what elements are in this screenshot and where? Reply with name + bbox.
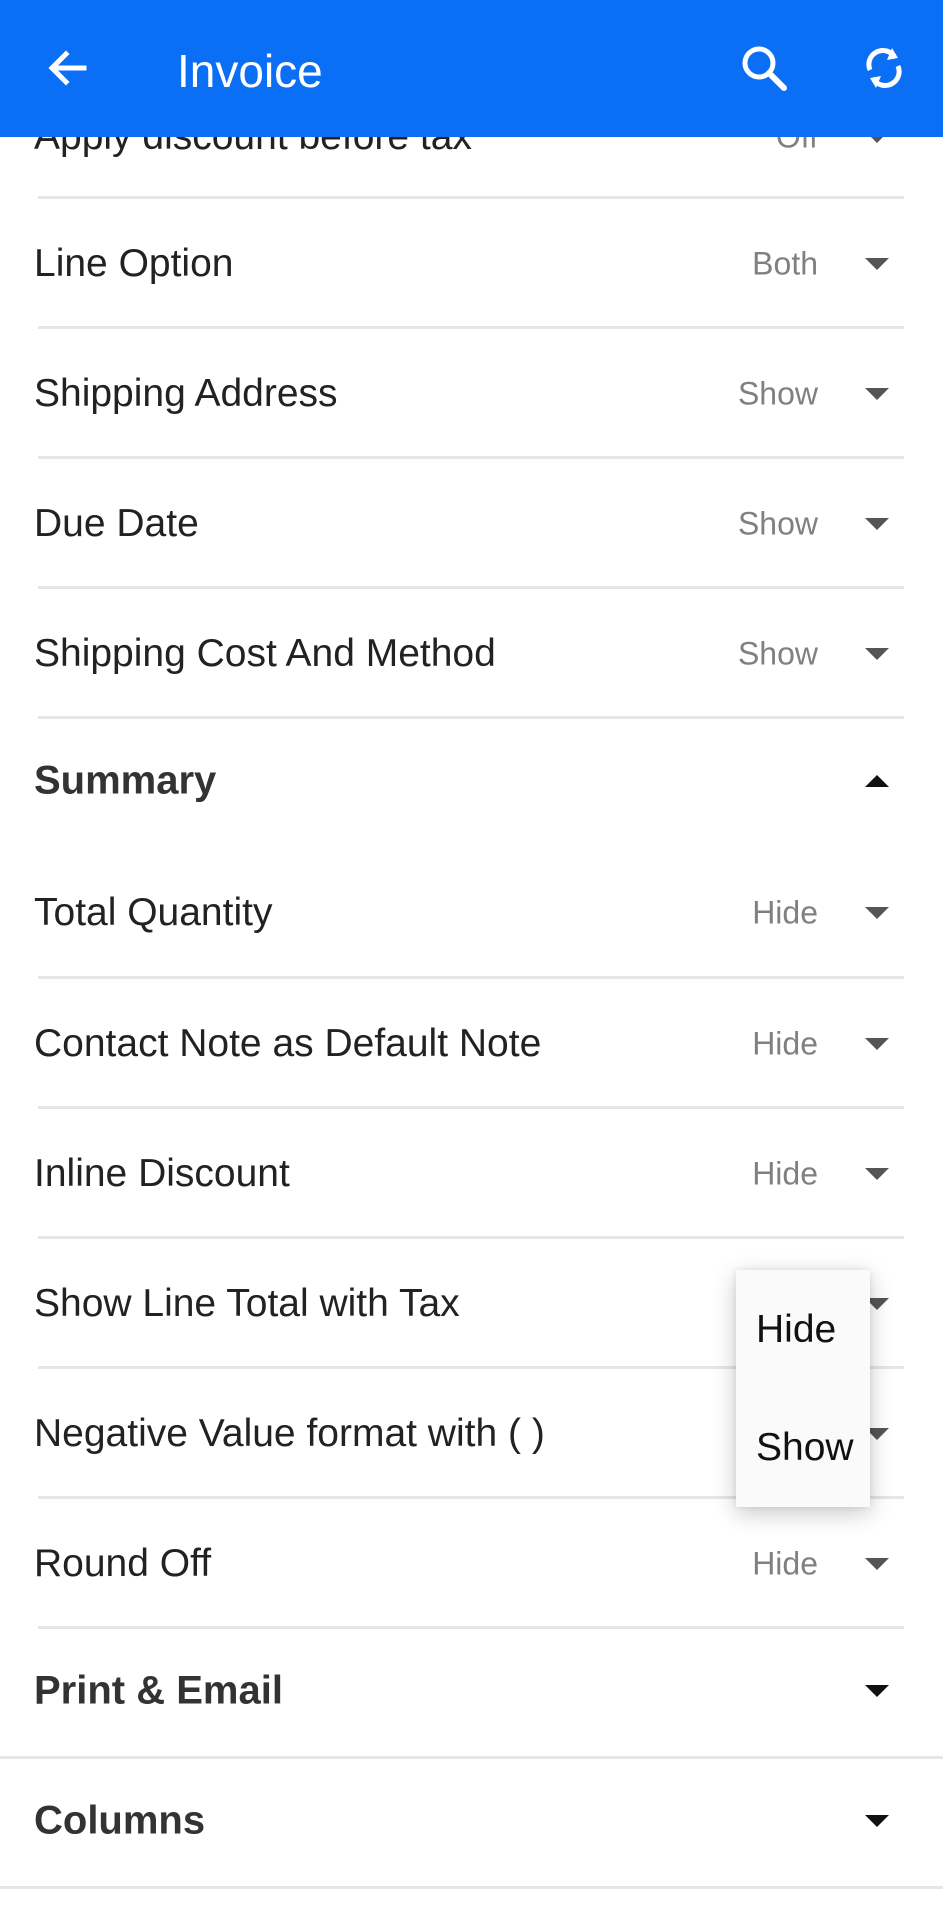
arrow-left-icon[interactable] [40, 40, 96, 96]
row-contact-note-as-default-note[interactable]: Contact Note as Default Note Hide [0, 979, 943, 1109]
row-value: Show [737, 375, 818, 412]
section-title: Columns [34, 1798, 206, 1843]
section-title: Summary [34, 758, 217, 803]
row-shipping-address[interactable]: Shipping Address Show [0, 329, 943, 459]
chevron-down-icon [865, 907, 889, 919]
row-label: Due Date [34, 502, 199, 545]
sync-icon[interactable] [856, 40, 912, 96]
row-label: Shipping Cost And Method [34, 632, 496, 675]
chevron-down-icon [865, 648, 889, 660]
row-value: Hide [752, 1155, 818, 1192]
menu-item-hide[interactable]: Hide [756, 1308, 836, 1352]
divider [0, 1886, 943, 1889]
section-print-email-header[interactable]: Print & Email [0, 1626, 943, 1756]
section-columns-header[interactable]: Columns [0, 1756, 943, 1886]
row-value: Hide [752, 894, 818, 931]
row-label: Show Line Total with Tax [34, 1282, 460, 1325]
chevron-down-icon [865, 1038, 889, 1050]
row-label: Negative Value format with ( ) [34, 1412, 545, 1455]
row-label: Contact Note as Default Note [34, 1022, 542, 1065]
row-value: Both [752, 245, 818, 282]
section-summary-header[interactable]: Summary [0, 716, 943, 846]
row-round-off[interactable]: Round Off Hide [0, 1499, 943, 1629]
dropdown-menu: Hide Show [736, 1270, 870, 1507]
menu-item-show[interactable]: Show [756, 1426, 854, 1470]
row-label: Round Off [34, 1542, 212, 1585]
row-due-date[interactable]: Due Date Show [0, 459, 943, 589]
row-label: Inline Discount [34, 1152, 290, 1195]
row-label: Total Quantity [34, 891, 273, 934]
chevron-down-icon [865, 1168, 889, 1180]
chevron-down-icon [865, 388, 889, 400]
section-title: Print & Email [34, 1668, 283, 1713]
page-title: Invoice [177, 45, 323, 97]
chevron-down-icon [865, 1558, 889, 1570]
chevron-up-icon [865, 775, 889, 787]
row-value: Show [737, 635, 818, 672]
row-label: Shipping Address [34, 372, 338, 415]
row-value: Show [737, 505, 818, 542]
chevron-down-icon [865, 1685, 889, 1697]
chevron-down-icon [865, 1815, 889, 1827]
row-shipping-cost-and-method[interactable]: Shipping Cost And Method Show [0, 589, 943, 719]
row-total-quantity[interactable]: Total Quantity Hide [0, 848, 943, 978]
row-value: Hide [752, 1025, 818, 1062]
app-bar: Invoice [0, 0, 943, 137]
row-line-option[interactable]: Line Option Both [0, 199, 943, 329]
chevron-down-icon [865, 518, 889, 530]
row-value: Hide [752, 1545, 818, 1582]
row-label: Line Option [34, 242, 234, 285]
chevron-down-icon [865, 258, 889, 270]
search-icon[interactable] [736, 40, 792, 96]
row-inline-discount[interactable]: Inline Discount Hide [0, 1109, 943, 1239]
